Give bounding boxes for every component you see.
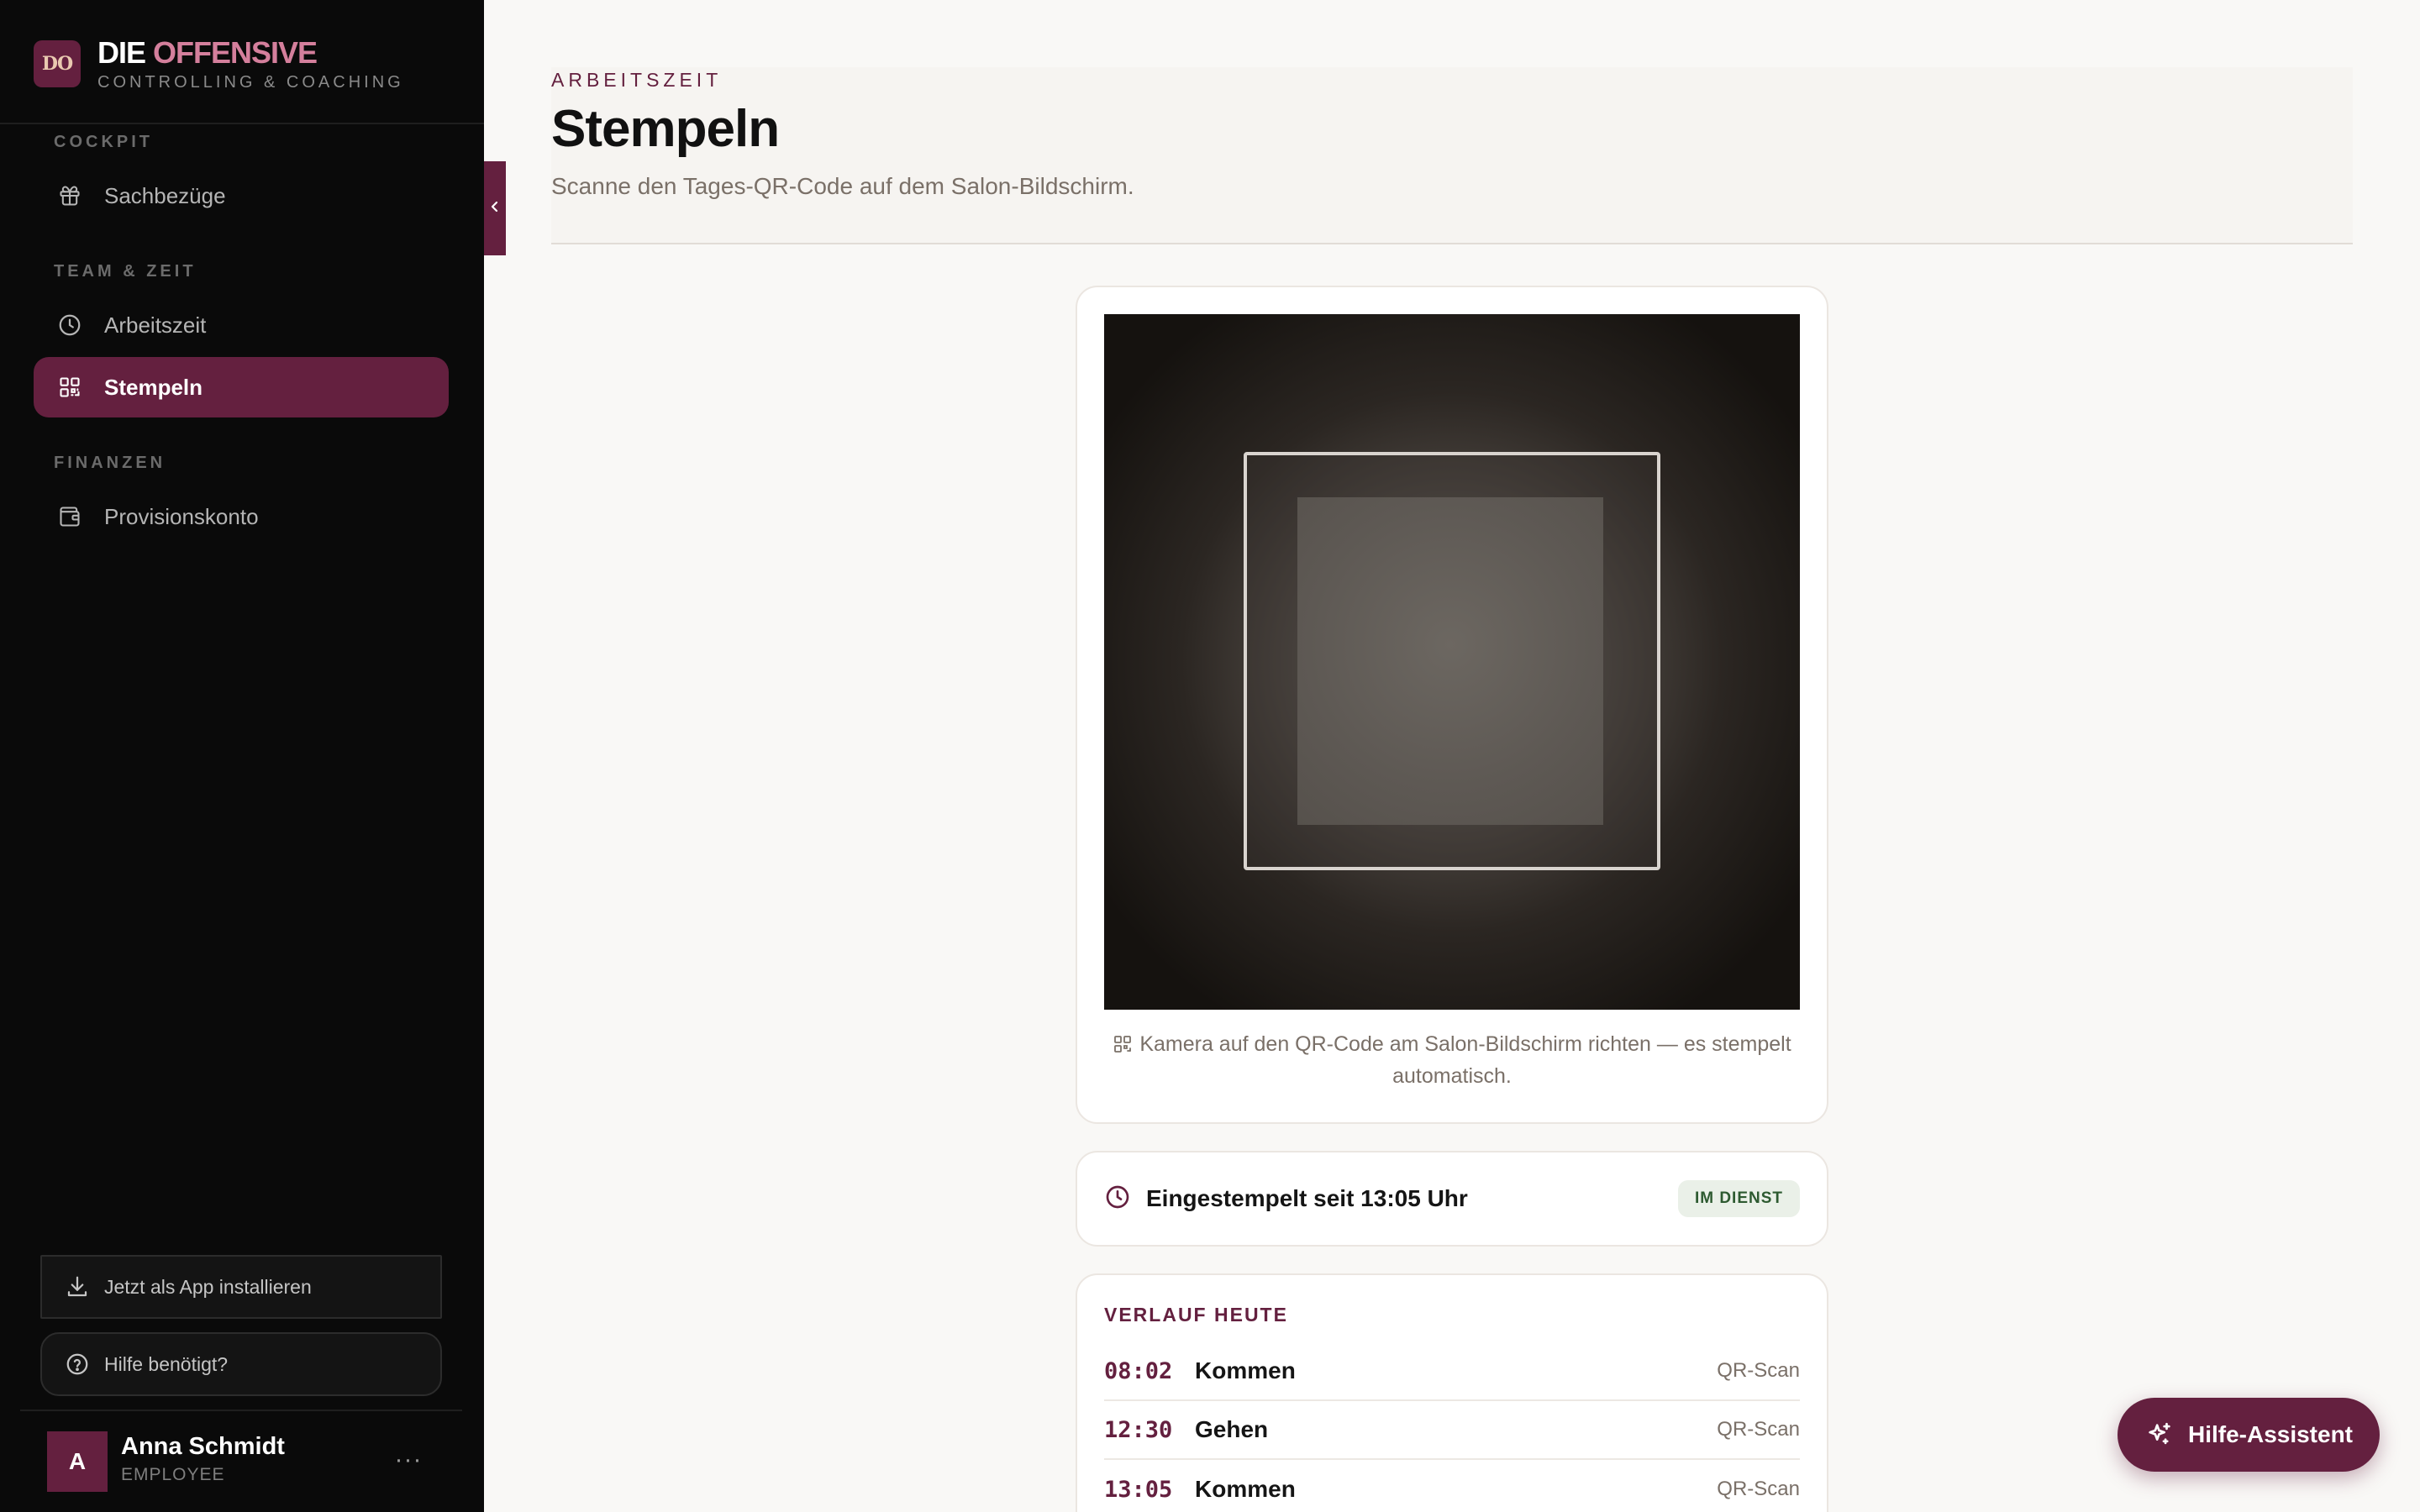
install-app-label: Jetzt als App installieren <box>104 1275 312 1298</box>
sidebar-item-label: Stempeln <box>104 374 203 400</box>
sidebar-item-label: Arbeitszeit <box>104 312 207 338</box>
sparkles-icon <box>2144 1420 2175 1450</box>
sidebar-collapse-button[interactable] <box>484 161 506 255</box>
history-row: 13:05 Kommen QR-Scan <box>1104 1460 1800 1512</box>
scanner-hint: Kamera auf den QR-Code am Salon-Bildschi… <box>1104 1028 1800 1092</box>
status-text: Eingestempelt seit 13:05 Uhr <box>1146 1185 1468 1211</box>
scanner-card: Kamera auf den QR-Code am Salon-Bildschi… <box>1076 286 1828 1124</box>
nav-section-finanzen: FINANZEN <box>54 454 166 472</box>
gift-icon <box>57 183 82 208</box>
help-assistant-label: Hilfe-Assistent <box>2187 1421 2354 1447</box>
qr-code-icon <box>1113 1032 1133 1053</box>
page-title: Stempeln <box>551 100 780 158</box>
page-header <box>551 67 2353 244</box>
help-circle-icon <box>64 1351 91 1378</box>
user-name: Anna Schmidt <box>121 1433 285 1460</box>
help-assistant-button[interactable]: Hilfe-Assistent <box>2118 1398 2380 1472</box>
clock-icon <box>57 312 82 338</box>
help-button[interactable]: Hilfe benötigt? <box>40 1332 442 1396</box>
divider <box>0 123 484 124</box>
brand[interactable]: DO DIE OFFENSIVE CONTROLLING & COACHING <box>34 30 404 97</box>
nav-section-cockpit: COCKPIT <box>54 133 153 151</box>
history-source: QR-Scan <box>1717 1418 1800 1441</box>
status-card: Eingestempelt seit 13:05 Uhr IM DIENST <box>1076 1151 1828 1247</box>
install-app-button[interactable]: Jetzt als App installieren <box>40 1255 442 1319</box>
history-title: VERLAUF HEUTE <box>1104 1304 1288 1326</box>
sidebar-item-sachbezuege[interactable]: Sachbezüge <box>34 165 449 226</box>
history-type: Kommen <box>1195 1357 1296 1383</box>
download-icon <box>64 1273 91 1300</box>
wallet-icon <box>57 504 82 529</box>
sidebar-item-label: Sachbezüge <box>104 182 226 208</box>
brand-tagline: CONTROLLING & COACHING <box>97 72 404 92</box>
history-time: 12:30 <box>1104 1416 1173 1443</box>
history-type: Gehen <box>1195 1416 1269 1442</box>
history-row: 12:30 Gehen QR-Scan <box>1104 1401 1800 1460</box>
page-subtitle: Scanne den Tages-QR-Code auf dem Salon-B… <box>551 173 1134 199</box>
avatar[interactable]: A <box>47 1431 108 1492</box>
divider <box>551 243 2353 244</box>
sidebar-item-stempeln[interactable]: Stempeln <box>34 357 449 417</box>
qr-target-area <box>1297 497 1603 825</box>
sidebar: DO DIE OFFENSIVE CONTROLLING & COACHING … <box>0 0 484 1512</box>
brand-name: DIE OFFENSIVE <box>97 34 318 70</box>
nav-section-team-zeit: TEAM & ZEIT <box>54 262 197 281</box>
breadcrumb: ARBEITSZEIT <box>551 69 723 91</box>
sidebar-item-provisionskonto[interactable]: Provisionskonto <box>34 486 449 547</box>
clock-icon <box>1104 1184 1131 1215</box>
help-label: Hilfe benötigt? <box>104 1352 229 1375</box>
history-card: VERLAUF HEUTE 08:02 Kommen QR-Scan 12:30… <box>1076 1273 1828 1512</box>
sidebar-item-arbeitszeit[interactable]: Arbeitszeit <box>34 295 449 355</box>
user-role: EMPLOYEE <box>121 1465 225 1484</box>
history-source: QR-Scan <box>1717 1359 1800 1382</box>
history-row: 08:02 Kommen QR-Scan <box>1104 1342 1800 1401</box>
history-source: QR-Scan <box>1717 1478 1800 1500</box>
status-badge: IM DIENST <box>1677 1180 1800 1217</box>
history-time: 08:02 <box>1104 1357 1173 1384</box>
history-time: 13:05 <box>1104 1476 1173 1503</box>
logo-mark: DO <box>34 40 81 87</box>
more-options-icon[interactable]: ··· <box>393 1445 424 1475</box>
camera-view[interactable] <box>1104 314 1800 1010</box>
sidebar-item-label: Provisionskonto <box>104 503 259 529</box>
history-type: Kommen <box>1195 1476 1296 1502</box>
divider <box>20 1410 462 1411</box>
qr-code-icon <box>57 375 82 400</box>
chevron-left-icon <box>488 198 502 219</box>
